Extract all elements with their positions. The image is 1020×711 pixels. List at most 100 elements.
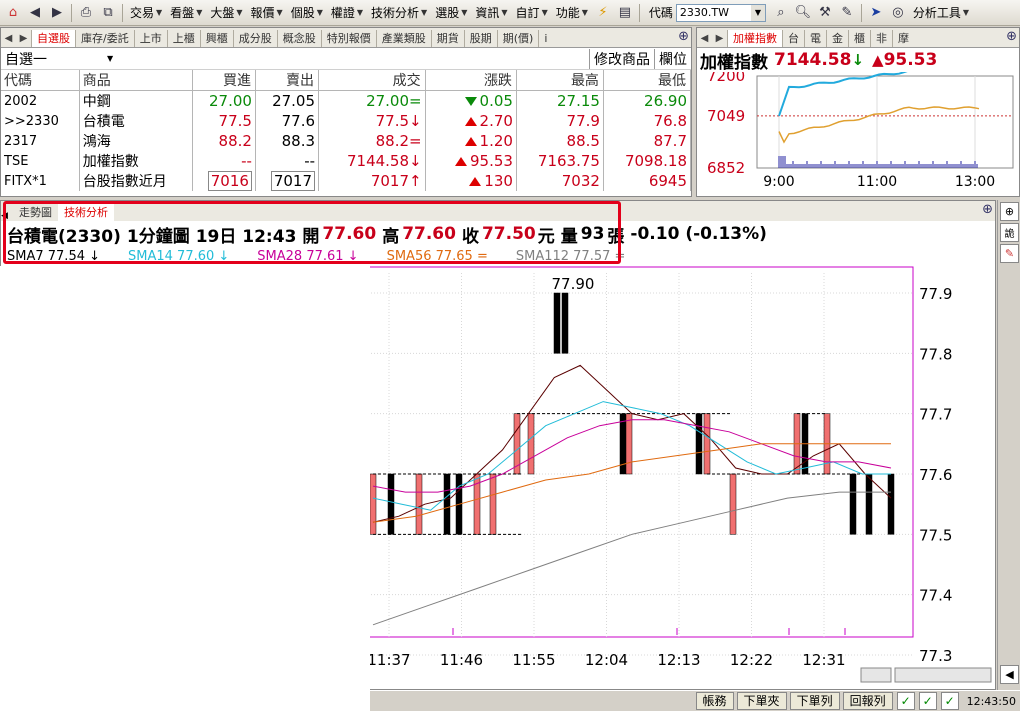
print-icon[interactable]: ⎙ bbox=[75, 3, 97, 23]
menu-3[interactable]: 報價 ▼ bbox=[247, 4, 287, 21]
tab-2[interactable]: 上市 bbox=[133, 30, 167, 47]
column-header[interactable]: 代碼 bbox=[1, 70, 80, 91]
forward-icon[interactable]: ▶ bbox=[46, 3, 68, 23]
column-header[interactable]: 成交 bbox=[318, 70, 426, 91]
x-tick-label: 12:13 bbox=[657, 651, 700, 669]
tab-2[interactable]: 電 bbox=[804, 30, 826, 47]
list-selector[interactable]: 自選一 ▼ bbox=[5, 49, 113, 69]
column-header[interactable]: 漲跌 bbox=[425, 70, 517, 91]
status-button[interactable]: 下單列 bbox=[789, 692, 840, 710]
tab-6[interactable]: 概念股 bbox=[276, 30, 321, 47]
cell-high: 7163.75 bbox=[516, 151, 604, 171]
tab-prev-icon[interactable]: ◀ bbox=[697, 30, 712, 47]
search-icon[interactable]: 🔍︎ bbox=[792, 3, 814, 23]
tab-5[interactable]: 非 bbox=[870, 30, 892, 47]
table-row[interactable]: TSE 加權指數 -- -- 7144.58↓ 95.53 7163.75 7098.18 bbox=[1, 151, 692, 171]
chart-scroll[interactable] bbox=[860, 667, 892, 683]
zoom-icon[interactable]: ⊕ bbox=[1006, 29, 1017, 44]
zoom-icon[interactable]: ⊕ bbox=[982, 202, 993, 217]
tab-7[interactable]: 特別報價 bbox=[320, 30, 376, 47]
chevron-down-icon: ▼ bbox=[356, 8, 364, 17]
column-header[interactable]: 買進 bbox=[192, 70, 256, 91]
status-button[interactable]: 帳務 bbox=[695, 692, 734, 710]
tab-0[interactable]: 自選股 bbox=[31, 30, 75, 47]
tab-3[interactable]: 金 bbox=[826, 30, 848, 47]
analysis-icon[interactable]: ◎ bbox=[887, 3, 909, 23]
menu-label: 個股 bbox=[290, 6, 315, 20]
filter-icon[interactable]: ⚒ bbox=[814, 3, 836, 23]
tools-icon[interactable]: ✎ bbox=[836, 3, 858, 23]
note-icon[interactable]: ▤ bbox=[614, 3, 636, 23]
y-tick-label: 77.4 bbox=[919, 587, 952, 605]
cursor-icon[interactable]: ➤ bbox=[865, 3, 887, 23]
cell-name: 加權指數 bbox=[79, 151, 193, 171]
menu-5[interactable]: 權證 ▼ bbox=[327, 4, 367, 21]
menu-2[interactable]: 大盤 ▼ bbox=[206, 4, 246, 21]
tab-1[interactable]: 庫存/委託 bbox=[75, 30, 134, 47]
tab-10[interactable]: 股期 bbox=[463, 30, 497, 47]
table-row[interactable]: >>2330 台積電 77.5 77.6 77.5↓ 2.70 77.9 76.8 bbox=[1, 111, 692, 131]
menu-9[interactable]: 自訂 ▼ bbox=[512, 4, 552, 21]
chevron-down-icon[interactable]: ▼ bbox=[750, 4, 765, 21]
column-header[interactable]: 賣出 bbox=[255, 70, 320, 91]
tab-prev-icon[interactable]: ◀ bbox=[1, 30, 16, 47]
status-button[interactable]: 下單夾 bbox=[736, 692, 787, 710]
chart-tool-strip[interactable] bbox=[894, 667, 992, 683]
menu-10[interactable]: 功能 ▼ bbox=[552, 4, 592, 21]
tab-6[interactable]: 摩 bbox=[892, 30, 914, 47]
home-icon[interactable]: ⌂ bbox=[2, 3, 24, 23]
chevron-left-icon[interactable]: ◀ bbox=[1000, 665, 1019, 684]
change-value: 0.05 bbox=[479, 92, 513, 110]
analysis-tools-menu[interactable]: 分析工具 ▼ bbox=[909, 4, 973, 21]
tab-1[interactable]: 台 bbox=[782, 30, 804, 47]
toolbar-divider bbox=[860, 3, 862, 22]
check-icon[interactable]: ✓ bbox=[896, 692, 915, 710]
zoom-icon[interactable]: ⊕ bbox=[678, 29, 689, 44]
zoom-icon[interactable]: ⊕ bbox=[1000, 202, 1019, 221]
menu-0[interactable]: 交易 ▼ bbox=[126, 4, 166, 21]
column-header[interactable]: 商品 bbox=[79, 70, 193, 91]
cell-last: 77.5↓ bbox=[318, 111, 426, 131]
tab-8[interactable]: 產業類股 bbox=[375, 30, 431, 47]
candle bbox=[887, 473, 895, 535]
tab-11[interactable]: 期(價) bbox=[496, 30, 539, 47]
tab-9[interactable]: 期貨 bbox=[430, 30, 464, 47]
columns-button[interactable]: 欄位 bbox=[654, 48, 691, 69]
column-header[interactable]: 最低 bbox=[603, 70, 692, 91]
edit-products-button[interactable]: 修改商品 bbox=[589, 48, 654, 69]
tab-4[interactable]: 興櫃 bbox=[199, 30, 233, 47]
lightning-icon[interactable]: ⚡ bbox=[592, 3, 614, 23]
tab-prev-icon[interactable]: ◀ bbox=[1, 211, 13, 221]
menu-6[interactable]: 技術分析 ▼ bbox=[367, 4, 431, 21]
tab-12[interactable]: i bbox=[538, 30, 552, 47]
tab-4[interactable]: 櫃 bbox=[848, 30, 870, 47]
code-input[interactable]: 2330.TW ▼ bbox=[675, 3, 766, 22]
menu-4[interactable]: 個股 ▼ bbox=[287, 4, 327, 21]
tab-1[interactable]: 技術分析 bbox=[58, 204, 114, 221]
back-icon[interactable]: ◀ bbox=[24, 3, 46, 23]
table-row[interactable]: 2317 鴻海 88.2 88.3 88.2= 1.20 88.5 87.7 bbox=[1, 131, 692, 151]
check-icon[interactable]: ✓ bbox=[918, 692, 937, 710]
popout-icon[interactable]: ⧉ bbox=[97, 3, 119, 23]
cell-ask: 7017 bbox=[255, 171, 320, 191]
pencil-icon[interactable]: ✎ bbox=[1000, 244, 1019, 263]
arrow-up-icon bbox=[464, 117, 477, 126]
menu-7[interactable]: 選股 ▼ bbox=[431, 4, 471, 21]
check-icon[interactable]: ✓ bbox=[940, 692, 959, 710]
table-row[interactable]: 2002 中鋼 27.00 27.05 27.00= 0.05 27.15 26.90 bbox=[1, 90, 692, 111]
tab-3[interactable]: 上櫃 bbox=[166, 30, 200, 47]
tab-5[interactable]: 成分股 bbox=[232, 30, 277, 47]
tab-next-icon[interactable]: ▶ bbox=[712, 30, 727, 47]
menu-8[interactable]: 資訊 ▼ bbox=[471, 4, 511, 21]
tab-0[interactable]: 加權指數 bbox=[727, 30, 782, 47]
sma-legend-item: SMA7 77.54 ↓ bbox=[7, 248, 101, 264]
column-header[interactable]: 最高 bbox=[516, 70, 604, 91]
side-tab-icon[interactable]: 詭 bbox=[1000, 223, 1019, 242]
list-name: 自選一 bbox=[5, 51, 47, 68]
menu-1[interactable]: 看盤 ▼ bbox=[166, 4, 206, 21]
binoculars-icon[interactable]: ⌕ bbox=[770, 3, 792, 23]
tab-0[interactable]: 走勢圖 bbox=[13, 204, 58, 221]
table-row[interactable]: FITX*1 台股指數近月 7016 7017 7017↑ 130 7032 6945 bbox=[1, 171, 692, 191]
status-button[interactable]: 回報列 bbox=[842, 692, 893, 710]
tab-next-icon[interactable]: ▶ bbox=[16, 30, 31, 47]
